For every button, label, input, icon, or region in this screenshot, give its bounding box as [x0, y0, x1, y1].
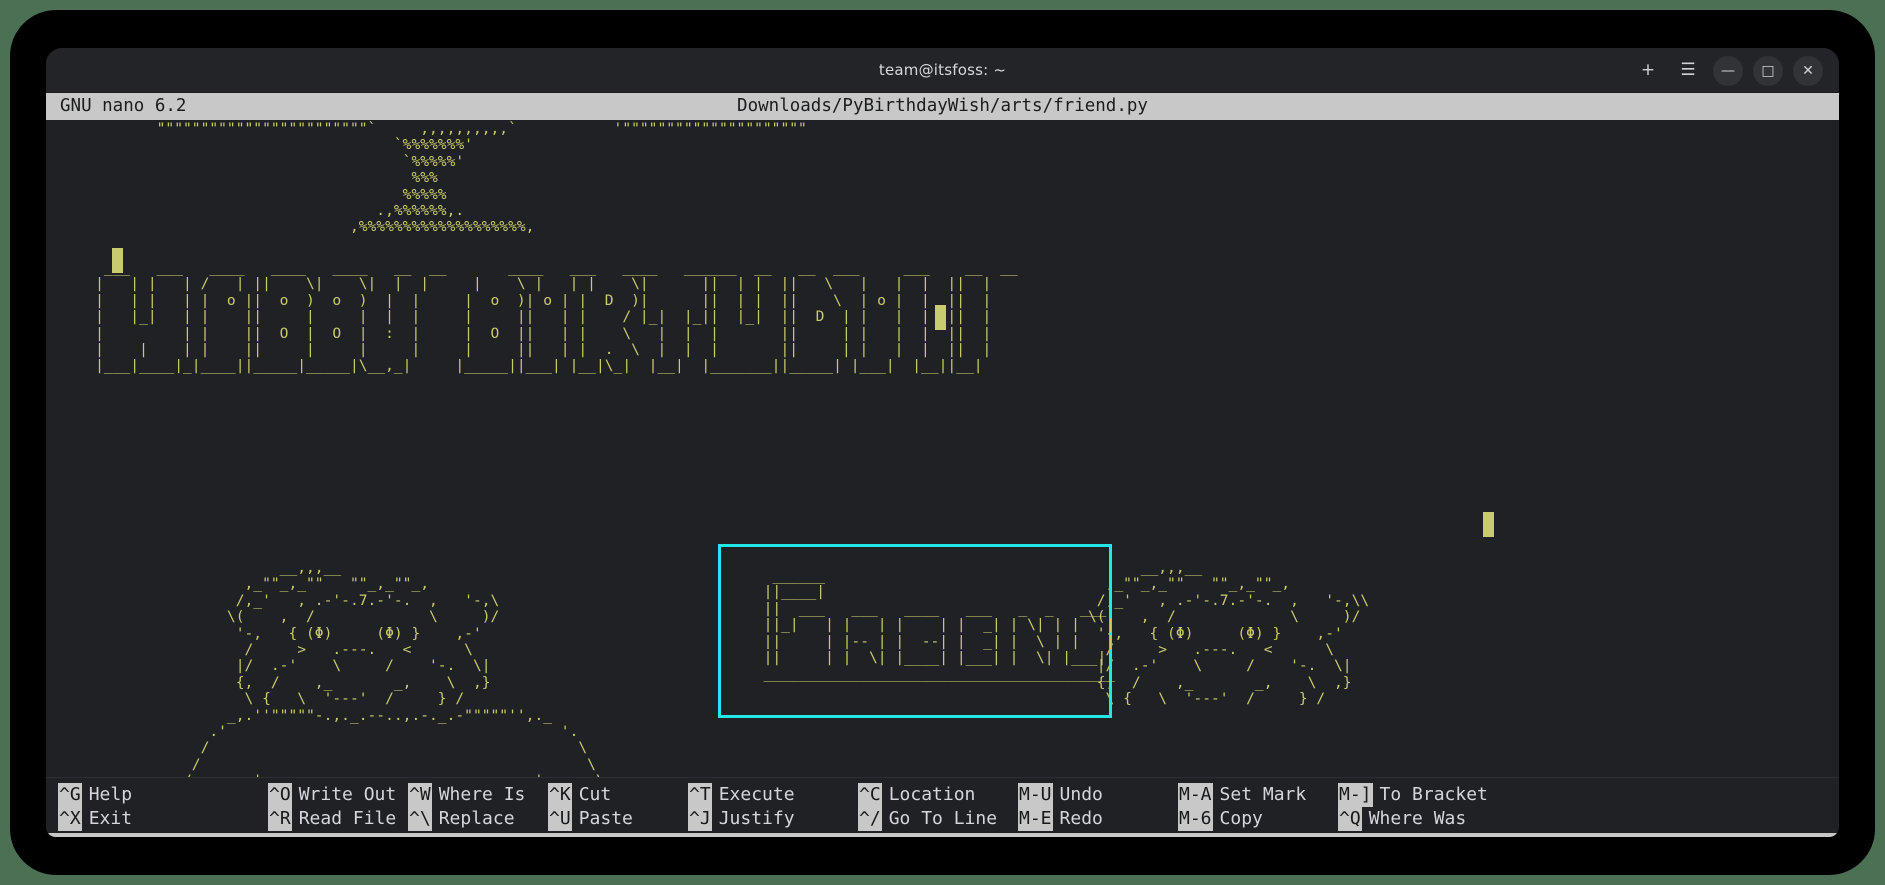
shortcut-read-file-label: Read File: [298, 808, 397, 829]
shortcut-where-was-label: Where Was: [1368, 808, 1467, 829]
window-bottom-edge: [46, 833, 1839, 837]
minimize-button[interactable]: —: [1713, 55, 1743, 86]
shortcut-execute-key: ^T: [688, 783, 712, 807]
text-cursor: [112, 248, 123, 273]
title-bar[interactable]: team@itsfoss: ~ + ☰ — □ ✕: [46, 48, 1839, 93]
ascii-art-bears: __,,,__ __,,,__ ,_""_,_"" ""_,_""_, ,_""…: [183, 559, 1370, 777]
shortcut-set-mark-key: M-A: [1178, 783, 1213, 807]
shortcut-cut[interactable]: ^K Cut: [548, 783, 688, 807]
nano-status-bar: GNU nano 6.2 Downloads/PyBirthdayWish/ar…: [46, 93, 1839, 120]
shortcut-cut-label: Cut: [578, 784, 612, 805]
shortcut-to-bracket-label: To Bracket: [1379, 784, 1488, 805]
shortcut-undo-label: Undo: [1059, 784, 1103, 805]
ascii-art-friend: ______ ||____| || ___ ___ ____ ___ _ _ _…: [763, 567, 1116, 683]
shortcut-paste[interactable]: ^U Paste: [548, 807, 688, 831]
shortcut-copy[interactable]: M-6 Copy: [1178, 807, 1338, 831]
shortcut-set-mark[interactable]: M-A Set Mark: [1178, 783, 1338, 807]
shortcut-set-mark-label: Set Mark: [1219, 784, 1307, 805]
shortcut-write-out-label: Write Out: [298, 784, 397, 805]
shortcut-copy-key: M-6: [1178, 807, 1213, 831]
close-button[interactable]: ✕: [1793, 55, 1823, 86]
window-title: team@itsfoss: ~: [878, 61, 1007, 79]
shortcut-where-was-key: ^Q: [1338, 807, 1362, 831]
shortcut-location[interactable]: ^C Location: [858, 783, 1018, 807]
nano-filename-label: Downloads/PyBirthdayWish/arts/friend.py: [737, 96, 1148, 116]
editor-canvas[interactable]: """"""""""""""""""""""""` ,,,,,,,,,,` '"…: [46, 120, 1839, 777]
shortcut-justify-label: Justify: [718, 808, 795, 829]
shortcut-exit-key: ^X: [58, 807, 82, 831]
shortcut-to-bracket[interactable]: M-] To Bracket: [1338, 783, 1488, 807]
shortcut-read-file-key: ^R: [268, 807, 292, 831]
help-row-1: ^G Help ^O Write Out ^W Where Is ^K Cut ^T Execut…: [46, 783, 1839, 807]
shortcut-undo-key: M-U: [1018, 783, 1053, 807]
shortcut-go-to-line[interactable]: ^/ Go To Line: [858, 807, 1018, 831]
shortcut-where-is[interactable]: ^W Where Is: [408, 783, 548, 807]
shortcut-copy-label: Copy: [1219, 808, 1263, 829]
shortcut-paste-label: Paste: [578, 808, 633, 829]
shortcut-replace-label: Replace: [438, 808, 515, 829]
shortcut-where-is-key: ^W: [408, 783, 432, 807]
shortcut-location-label: Location: [888, 784, 976, 805]
shortcut-undo[interactable]: M-U Undo: [1018, 783, 1178, 807]
banner-block-glyph: [1483, 512, 1494, 537]
shortcut-justify-key: ^J: [688, 807, 712, 831]
shortcut-go-to-line-label: Go To Line: [888, 808, 998, 829]
shortcut-write-out-key: ^O: [268, 783, 292, 807]
desktop-background: team@itsfoss: ~ + ☰ — □ ✕ GNU nano 6.2 Downl…: [0, 0, 1885, 885]
shortcut-replace[interactable]: ^\ Replace: [408, 807, 548, 831]
window-controls: + ☰ — □ ✕: [1633, 48, 1823, 93]
new-tab-button[interactable]: +: [1633, 56, 1663, 86]
help-row-2: ^X Exit ^R Read File ^\ Replace ^U Paste ^J Justi…: [46, 807, 1839, 831]
shortcut-location-key: ^C: [858, 783, 882, 807]
shortcut-where-was[interactable]: ^Q Where Was: [1338, 807, 1466, 831]
shortcut-execute-label: Execute: [718, 784, 795, 805]
shortcut-go-to-line-key: ^/: [858, 807, 882, 831]
maximize-button[interactable]: □: [1753, 55, 1783, 86]
shortcut-redo[interactable]: M-E Redo: [1018, 807, 1178, 831]
shortcut-redo-label: Redo: [1059, 808, 1103, 829]
flame-block-glyph: [935, 305, 946, 330]
shortcut-help-label: Help: [88, 784, 133, 805]
ascii-art-candle: """"""""""""""""""""""""` ,,,,,,,,,,` '"…: [156, 120, 807, 236]
shortcut-help[interactable]: ^G Help: [58, 783, 268, 807]
menu-button[interactable]: ☰: [1673, 56, 1703, 86]
shortcut-to-bracket-key: M-]: [1338, 783, 1373, 807]
shortcut-redo-key: M-E: [1018, 807, 1053, 831]
shortcut-where-is-label: Where Is: [438, 784, 526, 805]
shortcut-cut-key: ^K: [548, 783, 572, 807]
shortcut-exit-label: Exit: [88, 808, 133, 829]
shortcut-help-key: ^G: [58, 783, 82, 807]
nano-help-bar: ^G Help ^O Write Out ^W Where Is ^K Cut ^T Execut…: [46, 777, 1839, 833]
shortcut-replace-key: ^\: [408, 807, 432, 831]
shortcut-execute[interactable]: ^T Execute: [688, 783, 858, 807]
shortcut-read-file[interactable]: ^R Read File: [268, 807, 408, 831]
shortcut-paste-key: ^U: [548, 807, 572, 831]
shortcut-write-out[interactable]: ^O Write Out: [268, 783, 408, 807]
shortcut-exit[interactable]: ^X Exit: [58, 807, 268, 831]
shortcut-justify[interactable]: ^J Justify: [688, 807, 858, 831]
ascii-art-happy-birthday: ___ ___ _ ___ _ ___ _ __ _ _ _ __ _ ___ ___ _ _…: [95, 259, 1018, 375]
terminal-window: team@itsfoss: ~ + ☰ — □ ✕ GNU nano 6.2 Downl…: [46, 48, 1839, 837]
